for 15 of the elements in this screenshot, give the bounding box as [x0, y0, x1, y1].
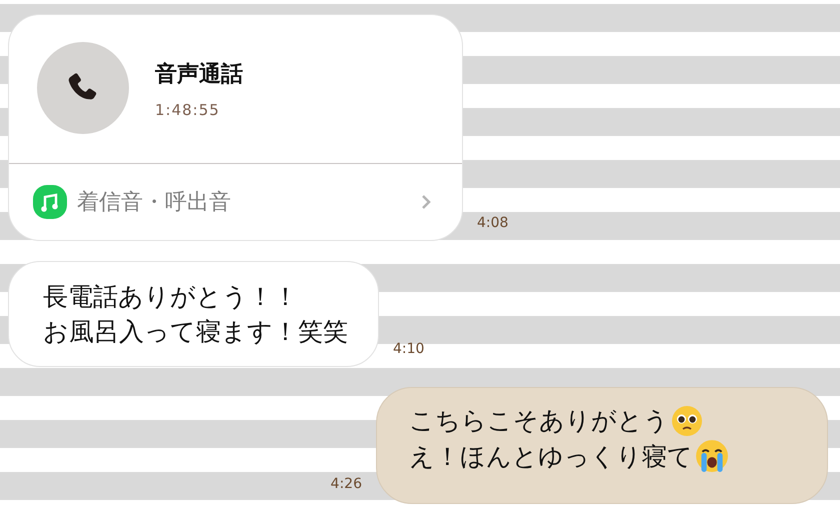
timestamp: 4:08 — [477, 215, 508, 231]
message-text: 長電話ありがとう！！ — [43, 281, 298, 313]
chevron-icon — [420, 193, 432, 211]
message-text: お風呂入って寝ます！笑笑 — [43, 316, 348, 348]
call-duration: 1:48:55 — [155, 100, 221, 118]
call-title: 音声通話 — [155, 60, 243, 88]
timestamp: 4:26 — [330, 476, 362, 492]
call-card[interactable]: 音声通話 1:48:55 着信音・呼出音 — [8, 14, 463, 241]
message-text: え！ほんとゆっくり寝て — [409, 440, 693, 472]
message-text: こちらこそありがとう — [409, 405, 669, 437]
music-note-icon — [33, 185, 67, 219]
pleading-emoji-icon — [671, 404, 703, 436]
crying-emoji-icon — [695, 439, 729, 473]
timestamp: 4:10 — [393, 341, 424, 357]
ringtone-link[interactable]: 着信音・呼出音 — [77, 187, 410, 217]
